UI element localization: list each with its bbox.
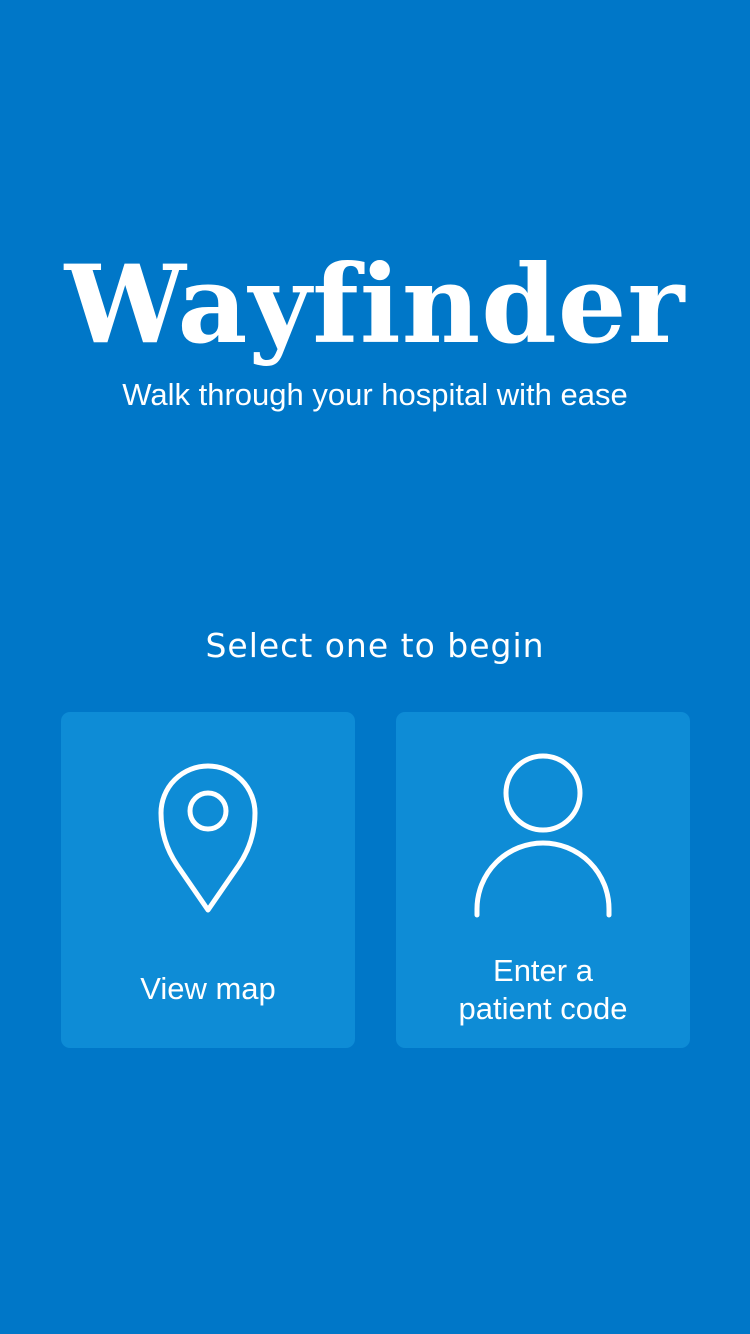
map-pin-icon [158, 763, 258, 913]
enter-patient-code-button[interactable]: Enter a patient code [396, 712, 690, 1048]
enter-patient-code-label: Enter a patient code [458, 953, 628, 1026]
person-icon [474, 753, 612, 918]
app-title: Wayfinder [64, 242, 686, 368]
select-prompt: Select one to begin [205, 626, 545, 665]
tagline: Walk through your hospital with ease [122, 377, 628, 412]
view-map-button[interactable]: View map [61, 712, 355, 1048]
hero: Wayfinder Walk through your hospital wit… [0, 245, 750, 415]
view-map-label: View map [140, 971, 276, 1006]
